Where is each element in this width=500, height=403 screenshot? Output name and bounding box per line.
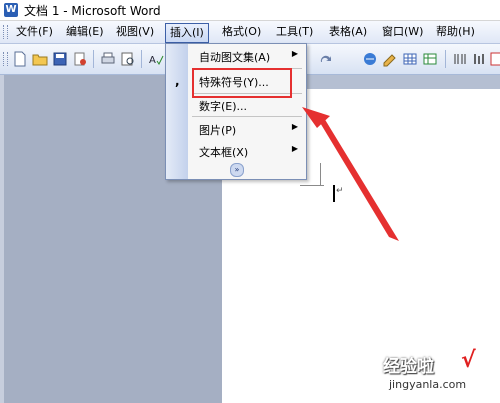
checkmark-icon: √ <box>461 348 476 373</box>
annotation-arrow <box>302 107 399 241</box>
watermark-url: jingyanla.com <box>389 378 467 391</box>
watermark-title: 经验啦 <box>383 357 434 377</box>
